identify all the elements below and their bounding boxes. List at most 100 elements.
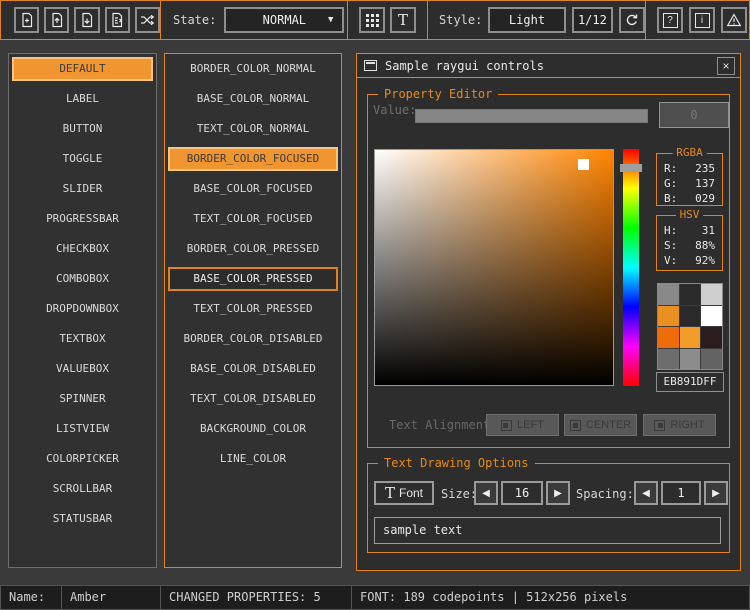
save-file-icon — [79, 12, 95, 28]
size-increase-button[interactable]: ▶ — [546, 481, 570, 505]
swatch[interactable] — [680, 327, 701, 348]
hsv-group: HSV H: 31 S: 88% V: 92% — [656, 215, 723, 271]
statusbar: Name: Amber CHANGED PROPERTIES: 5 FONT: … — [0, 585, 750, 610]
swatch[interactable] — [658, 306, 679, 327]
close-window-button[interactable]: × — [717, 57, 735, 75]
new-file-icon — [19, 12, 35, 28]
property-item[interactable]: TEXT_COLOR_NORMAL — [168, 117, 338, 141]
new-file-button[interactable] — [14, 7, 39, 33]
shuffle-icon — [139, 12, 155, 28]
swatch[interactable] — [680, 306, 701, 327]
value-box[interactable]: 0 — [659, 102, 729, 128]
align-center-label: CENTER — [586, 419, 631, 431]
control-item-statusbar[interactable]: STATUSBAR — [12, 507, 153, 531]
style-combobox-value: Light — [509, 13, 545, 27]
b-value: 029 — [695, 191, 715, 206]
style-table-button[interactable] — [359, 7, 385, 33]
changed-properties-status: CHANGED PROPERTIES: 5 — [160, 585, 352, 610]
swatch[interactable] — [680, 284, 701, 305]
control-item-button[interactable]: BUTTON — [12, 117, 153, 141]
right-arrow-icon: ▶ — [712, 488, 720, 499]
save-file-button[interactable] — [74, 7, 99, 33]
style-combobox[interactable]: Light — [488, 7, 565, 33]
window-icon — [364, 60, 377, 71]
property-item[interactable]: TEXT_COLOR_PRESSED — [168, 297, 338, 321]
style-name-input[interactable]: Amber — [61, 585, 161, 610]
size-decrease-button[interactable]: ◀ — [474, 481, 498, 505]
control-item-valuebox[interactable]: VALUEBOX — [12, 357, 153, 381]
control-item-textbox[interactable]: TEXTBOX — [12, 327, 153, 351]
swatch[interactable] — [701, 284, 722, 305]
open-file-button[interactable] — [44, 7, 69, 33]
style-index-button[interactable]: 1/12 — [572, 7, 614, 33]
swatch[interactable] — [658, 284, 679, 305]
property-item[interactable]: TEXT_COLOR_DISABLED — [168, 387, 338, 411]
font-preview-button[interactable]: T — [390, 7, 416, 33]
random-style-button[interactable] — [135, 7, 160, 33]
state-dropdown-value: NORMAL — [263, 13, 306, 27]
property-item[interactable]: BORDER_COLOR_NORMAL — [168, 57, 338, 81]
hex-value-box[interactable]: EB891DFF — [656, 372, 724, 392]
property-item[interactable]: BASE_COLOR_DISABLED — [168, 357, 338, 381]
value-label: Value: — [373, 103, 416, 117]
sample-controls-window: Sample raygui controls × Property Editor… — [356, 53, 741, 571]
control-item-spinner[interactable]: SPINNER — [12, 387, 153, 411]
r-label: R: — [664, 161, 677, 176]
export-file-icon — [109, 12, 125, 28]
info-button[interactable]: i — [689, 7, 715, 33]
swatch[interactable] — [658, 327, 679, 348]
property-item[interactable]: TEXT_COLOR_FOCUSED — [168, 207, 338, 231]
control-item-progressbar[interactable]: PROGRESSBAR — [12, 207, 153, 231]
rgba-row-b: B: 029 — [657, 191, 722, 206]
issue-report-button[interactable] — [721, 7, 747, 33]
swatch[interactable] — [701, 327, 722, 348]
reload-style-button[interactable] — [619, 7, 645, 33]
control-item-default[interactable]: DEFAULT — [12, 57, 153, 81]
control-item-label[interactable]: LABEL — [12, 87, 153, 111]
spacing-value-box[interactable]: 1 — [661, 481, 701, 505]
help-button[interactable]: ? — [657, 7, 683, 33]
spacing-decrease-button[interactable]: ◀ — [634, 481, 658, 505]
property-item[interactable]: BORDER_COLOR_PRESSED — [168, 237, 338, 261]
hue-bar[interactable] — [623, 149, 639, 386]
property-item-selected[interactable]: BORDER_COLOR_FOCUSED — [168, 147, 338, 171]
control-item-dropdownbox[interactable]: DROPDOWNBOX — [12, 297, 153, 321]
swatch[interactable] — [701, 306, 722, 327]
control-item-slider[interactable]: SLIDER — [12, 177, 153, 201]
color-picker-cursor[interactable] — [578, 159, 589, 170]
spacing-increase-button[interactable]: ▶ — [704, 481, 728, 505]
align-center-button[interactable]: CENTER — [564, 414, 637, 436]
control-item-colorpicker[interactable]: COLORPICKER — [12, 447, 153, 471]
control-item-toggle[interactable]: TOGGLE — [12, 147, 153, 171]
font-T-icon: T — [385, 484, 395, 502]
value-slider[interactable] — [415, 109, 648, 123]
color-swatches — [657, 283, 723, 370]
control-item-combobox[interactable]: COMBOBOX — [12, 267, 153, 291]
property-item[interactable]: BASE_COLOR_NORMAL — [168, 87, 338, 111]
right-arrow-icon: ▶ — [554, 488, 562, 499]
property-item-focused[interactable]: BASE_COLOR_PRESSED — [168, 267, 338, 291]
sample-text-input[interactable]: sample text — [374, 517, 721, 544]
window-titlebar[interactable]: Sample raygui controls × — [357, 54, 740, 78]
align-left-button[interactable]: LEFT — [486, 414, 559, 436]
size-value-box[interactable]: 16 — [501, 481, 543, 505]
control-item-scrollbar[interactable]: SCROLLBAR — [12, 477, 153, 501]
h-label: H: — [664, 223, 677, 238]
state-dropdown[interactable]: NORMAL ▼ — [224, 7, 344, 33]
property-item[interactable]: BORDER_COLOR_DISABLED — [168, 327, 338, 351]
export-file-button[interactable] — [105, 7, 130, 33]
control-item-listview[interactable]: LISTVIEW — [12, 417, 153, 441]
swatch[interactable] — [658, 349, 679, 370]
swatch[interactable] — [701, 349, 722, 370]
rgba-group: RGBA R: 235 G: 137 B: 029 — [656, 153, 723, 206]
font-button[interactable]: T Font — [374, 481, 434, 505]
property-item[interactable]: LINE_COLOR — [168, 447, 338, 471]
property-item[interactable]: BASE_COLOR_FOCUSED — [168, 177, 338, 201]
control-item-checkbox[interactable]: CHECKBOX — [12, 237, 153, 261]
hue-bar-handle[interactable] — [620, 164, 642, 172]
toolbar-view-section: T — [348, 1, 428, 39]
color-picker-panel[interactable] — [374, 149, 614, 386]
property-item[interactable]: BACKGROUND_COLOR — [168, 417, 338, 441]
swatch[interactable] — [680, 349, 701, 370]
align-right-button[interactable]: RIGHT — [643, 414, 716, 436]
